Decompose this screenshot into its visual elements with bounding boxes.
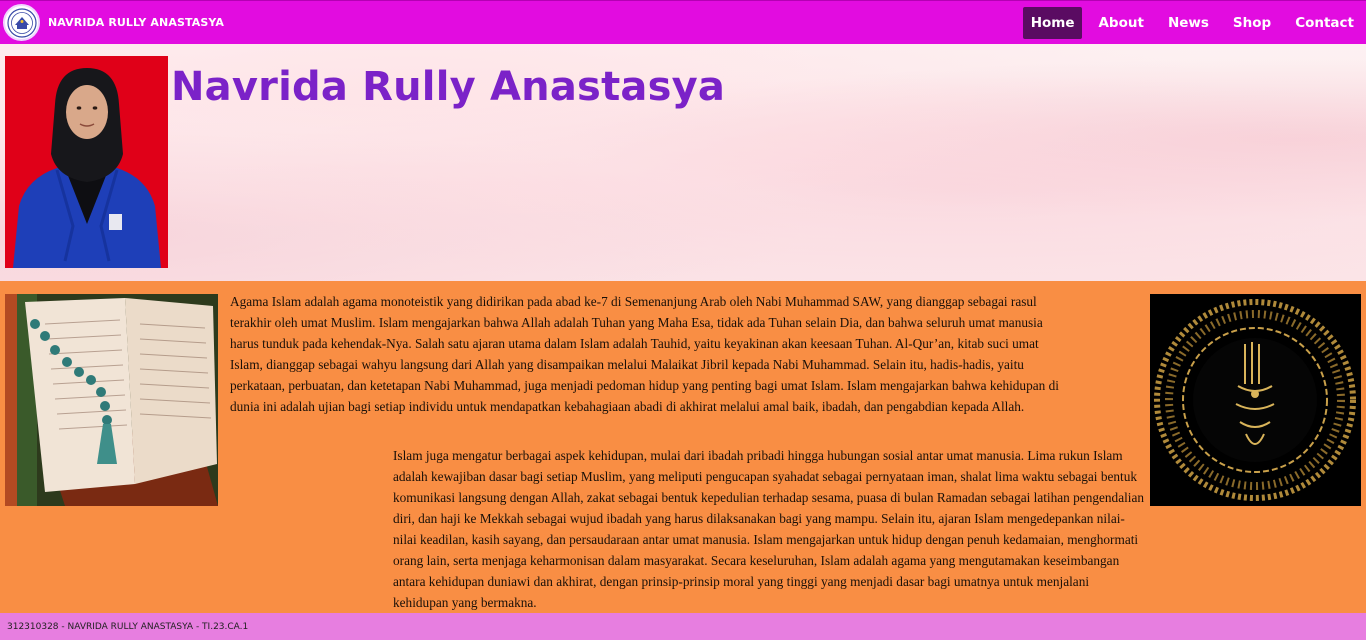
navbar: NAVRIDA RULLY ANASTASYA Home About News … xyxy=(0,0,1366,44)
content-section: Agama Islam adalah agama monoteistik yan… xyxy=(0,281,1366,613)
hero-section: Navrida Rully Anastasya xyxy=(0,44,1366,281)
nav-about[interactable]: About xyxy=(1090,7,1151,39)
university-logo-icon xyxy=(3,4,40,41)
quran-image xyxy=(5,294,218,506)
detail-paragraph: Islam juga mengatur berbagai aspek kehid… xyxy=(393,448,1145,610)
calligraphy-image xyxy=(1150,294,1361,506)
nav-shop[interactable]: Shop xyxy=(1225,7,1279,39)
footer-text: 312310328 - NAVRIDA RULLY ANASTASYA - TI… xyxy=(7,621,249,632)
brand[interactable]: NAVRIDA RULLY ANASTASYA xyxy=(0,1,224,45)
nav-home[interactable]: Home xyxy=(1022,7,1083,39)
nav-contact[interactable]: Contact xyxy=(1287,7,1362,39)
nav-menu: Home About News Shop Contact xyxy=(1015,1,1362,45)
nav-news[interactable]: News xyxy=(1160,7,1217,39)
intro-paragraph: Agama Islam adalah agama monoteistik yan… xyxy=(230,294,1059,414)
footer: 312310328 - NAVRIDA RULLY ANASTASYA - TI… xyxy=(0,613,1366,640)
profile-photo xyxy=(5,56,168,268)
page-title: Navrida Rully Anastasya xyxy=(171,64,726,110)
brand-name: NAVRIDA RULLY ANASTASYA xyxy=(48,16,224,29)
